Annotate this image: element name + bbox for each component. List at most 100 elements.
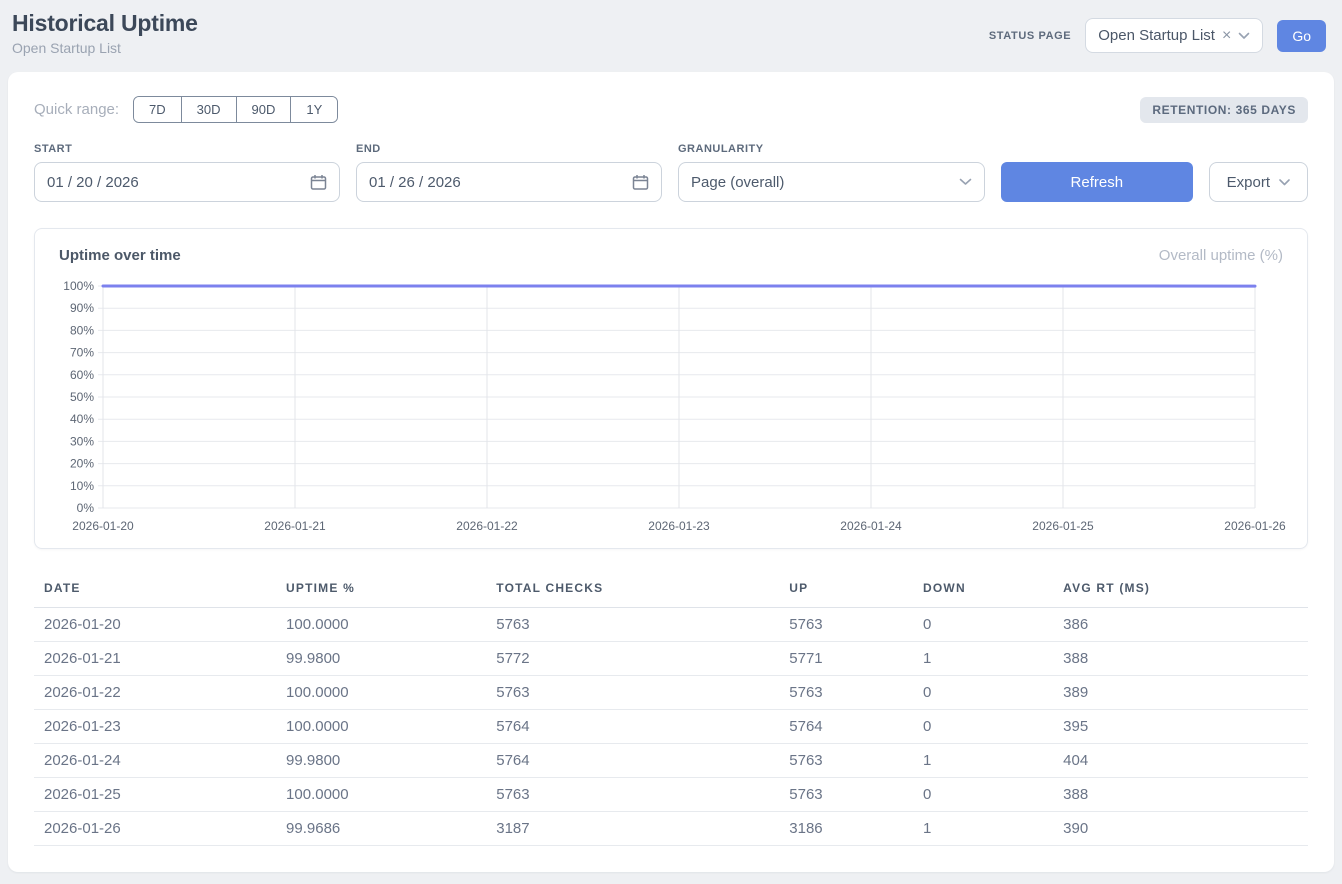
quick-range-row: Quick range: 7D 30D 90D 1Y RETENTION: 36… [34, 96, 1308, 123]
range-button-90d[interactable]: 90D [236, 97, 291, 122]
range-button-7d[interactable]: 7D [134, 97, 181, 122]
top-header: Historical Uptime Open Startup List STAT… [0, 0, 1342, 70]
table-cell: 99.9800 [276, 642, 486, 676]
main-card: Quick range: 7D 30D 90D 1Y RETENTION: 36… [8, 72, 1334, 872]
svg-text:2026-01-24: 2026-01-24 [840, 519, 902, 533]
table-body: 2026-01-20100.00005763576303862026-01-21… [34, 608, 1308, 846]
column-header-avgrt: AVG RT (MS) [1053, 575, 1308, 608]
table-cell: 388 [1053, 642, 1308, 676]
table-cell: 395 [1053, 710, 1308, 744]
svg-text:2026-01-20: 2026-01-20 [72, 519, 134, 533]
table-cell: 5764 [486, 710, 779, 744]
table-row: 2026-01-2699.9686318731861390 [34, 812, 1308, 846]
column-header-date: DATE [34, 575, 276, 608]
title-block: Historical Uptime Open Startup List [12, 10, 198, 56]
table-cell: 5763 [779, 778, 913, 812]
table-cell: 1 [913, 744, 1053, 778]
chart-title: Uptime over time [59, 247, 181, 264]
svg-text:10%: 10% [70, 479, 94, 493]
start-date-field: START 01 / 20 / 2026 [34, 143, 340, 202]
chart-legend: Overall uptime (%) [1159, 247, 1283, 264]
svg-text:2026-01-26: 2026-01-26 [1224, 519, 1286, 533]
table-cell: 0 [913, 778, 1053, 812]
table-cell: 1 [913, 812, 1053, 846]
chart-header: Uptime over time Overall uptime (%) [57, 247, 1285, 278]
table-cell: 388 [1053, 778, 1308, 812]
svg-text:100%: 100% [63, 279, 94, 293]
range-button-30d[interactable]: 30D [181, 97, 236, 122]
column-header-down: DOWN [913, 575, 1053, 608]
table-row: 2026-01-2499.9800576457631404 [34, 744, 1308, 778]
table-cell: 99.9800 [276, 744, 486, 778]
range-button-1y[interactable]: 1Y [290, 97, 337, 122]
svg-text:80%: 80% [70, 323, 94, 337]
status-page-value: Open Startup List [1098, 27, 1215, 44]
table-cell: 2026-01-25 [34, 778, 276, 812]
end-date-input[interactable]: 01 / 26 / 2026 [356, 162, 662, 202]
table-cell: 3186 [779, 812, 913, 846]
table-header-row: DATE UPTIME % TOTAL CHECKS UP DOWN AVG R… [34, 575, 1308, 608]
table-row: 2026-01-22100.0000576357630389 [34, 676, 1308, 710]
table-cell: 2026-01-26 [34, 812, 276, 846]
column-header-uptime: UPTIME % [276, 575, 486, 608]
header-controls: STATUS PAGE Open Startup List × Go [989, 18, 1326, 53]
table-cell: 2026-01-21 [34, 642, 276, 676]
table-cell: 5763 [486, 778, 779, 812]
quick-range-group: 7D 30D 90D 1Y [133, 96, 338, 123]
refresh-button[interactable]: Refresh [1001, 162, 1193, 202]
table-cell: 5763 [486, 608, 779, 642]
calendar-icon[interactable] [632, 174, 649, 191]
table-cell: 386 [1053, 608, 1308, 642]
calendar-icon[interactable] [310, 174, 327, 191]
svg-text:2026-01-23: 2026-01-23 [648, 519, 710, 533]
uptime-chart-svg: 0%10%20%30%40%50%60%70%80%90%100%2026-01… [57, 278, 1289, 538]
table-head: DATE UPTIME % TOTAL CHECKS UP DOWN AVG R… [34, 575, 1308, 608]
table-cell: 2026-01-23 [34, 710, 276, 744]
go-button[interactable]: Go [1277, 20, 1326, 52]
status-page-select[interactable]: Open Startup List × [1085, 18, 1263, 53]
table-cell: 5763 [779, 744, 913, 778]
status-page-label: STATUS PAGE [989, 30, 1071, 42]
end-label: END [356, 143, 662, 155]
table-row: 2026-01-20100.0000576357630386 [34, 608, 1308, 642]
table-cell: 1 [913, 642, 1053, 676]
export-button[interactable]: Export [1209, 162, 1308, 202]
chevron-down-icon [1279, 179, 1290, 186]
column-header-up: UP [779, 575, 913, 608]
table-cell: 0 [913, 710, 1053, 744]
page-title: Historical Uptime [12, 10, 198, 37]
table-cell: 390 [1053, 812, 1308, 846]
table-cell: 5763 [779, 608, 913, 642]
clear-icon[interactable]: × [1222, 28, 1231, 44]
svg-text:90%: 90% [70, 301, 94, 315]
svg-text:50%: 50% [70, 390, 94, 404]
table-cell: 5763 [779, 676, 913, 710]
svg-text:2026-01-25: 2026-01-25 [1032, 519, 1094, 533]
quick-range-left: Quick range: 7D 30D 90D 1Y [34, 96, 338, 123]
table-cell: 404 [1053, 744, 1308, 778]
granularity-select[interactable]: Page (overall) [678, 162, 985, 202]
table-cell: 5772 [486, 642, 779, 676]
chevron-down-icon [959, 178, 972, 186]
table-cell: 2026-01-24 [34, 744, 276, 778]
uptime-table: DATE UPTIME % TOTAL CHECKS UP DOWN AVG R… [34, 575, 1308, 846]
end-date-value: 01 / 26 / 2026 [369, 174, 461, 191]
svg-text:2026-01-22: 2026-01-22 [456, 519, 518, 533]
start-date-input[interactable]: 01 / 20 / 2026 [34, 162, 340, 202]
table-cell: 100.0000 [276, 778, 486, 812]
table-cell: 2026-01-20 [34, 608, 276, 642]
retention-badge: RETENTION: 365 DAYS [1140, 97, 1308, 123]
granularity-label: GRANULARITY [678, 143, 985, 155]
table-cell: 2026-01-22 [34, 676, 276, 710]
table-cell: 0 [913, 608, 1053, 642]
start-date-value: 01 / 20 / 2026 [47, 174, 139, 191]
table-cell: 389 [1053, 676, 1308, 710]
svg-text:20%: 20% [70, 457, 94, 471]
end-date-field: END 01 / 26 / 2026 [356, 143, 662, 202]
quick-range-label: Quick range: [34, 101, 119, 118]
table-cell: 5763 [486, 676, 779, 710]
table-cell: 99.9686 [276, 812, 486, 846]
table-cell: 0 [913, 676, 1053, 710]
svg-text:60%: 60% [70, 368, 94, 382]
column-header-total: TOTAL CHECKS [486, 575, 779, 608]
